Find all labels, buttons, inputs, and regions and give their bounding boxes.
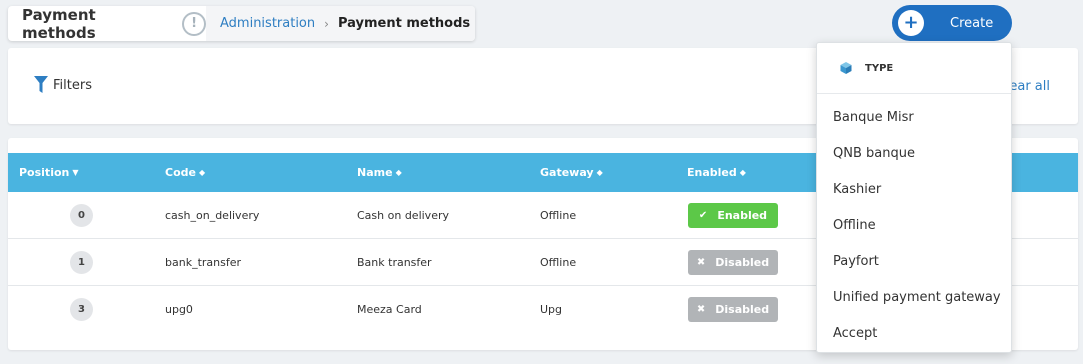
status-badge[interactable]: ✖ Disabled	[688, 250, 778, 275]
breadcrumb-current: Payment methods	[337, 16, 471, 31]
dropdown-heading-label: TYPE	[865, 62, 894, 74]
breadcrumb-administration-link[interactable]: Administration	[220, 16, 315, 31]
gateway-cell: Upg	[540, 303, 563, 316]
name-cell: Cash on delivery	[357, 209, 449, 222]
sort-icon: ◆	[739, 167, 746, 177]
menu-item-payfort[interactable]: Payfort	[833, 254, 879, 269]
page-header: Payment methods ! Administration › Payme…	[8, 6, 475, 41]
menu-item-qnb-banque[interactable]: QNB banque	[833, 146, 915, 161]
menu-item-offline[interactable]: Offline	[833, 218, 876, 233]
create-button-label: Create	[950, 15, 994, 31]
page-title: Payment methods	[22, 6, 96, 41]
sort-icon: ◆	[395, 167, 402, 177]
status-badge[interactable]: ✖ Disabled	[688, 297, 778, 322]
code-cell: upg0	[165, 303, 193, 316]
menu-item-accept[interactable]: Accept	[833, 326, 877, 341]
dropdown-heading: TYPE	[817, 43, 1011, 94]
position-badge: 1	[70, 251, 93, 274]
filters-label: Filters	[53, 77, 92, 93]
funnel-icon	[34, 76, 48, 93]
plus-icon: +	[898, 10, 924, 36]
caret-down-icon: ▼	[72, 167, 79, 177]
info-icon[interactable]: !	[182, 11, 206, 36]
name-cell: Meeza Card	[357, 303, 422, 316]
breadcrumb: Administration › Payment methods	[206, 6, 475, 41]
sort-icon: ◆	[198, 167, 206, 177]
gateway-cell: Offline	[540, 256, 577, 269]
position-badge: 0	[70, 204, 93, 227]
column-header-name[interactable]: Name ◆	[357, 166, 402, 179]
code-cell: bank_transfer	[165, 256, 242, 269]
menu-item-banque-misr[interactable]: Banque Misr	[833, 110, 914, 125]
cube-icon	[840, 62, 852, 74]
menu-item-kashier[interactable]: Kashier	[833, 182, 881, 197]
x-icon: ✖	[696, 257, 706, 268]
status-badge[interactable]: ✔ Enabled	[688, 203, 778, 228]
gateway-cell: Offline	[540, 209, 577, 222]
position-badge: 3	[70, 298, 93, 321]
column-header-gateway[interactable]: Gateway ◆	[540, 166, 603, 179]
column-header-enabled[interactable]: Enabled ◆	[687, 166, 746, 179]
filters-toggle[interactable]: Filters	[34, 76, 92, 94]
sort-icon: ◆	[596, 167, 603, 177]
code-cell: cash_on_delivery	[165, 209, 260, 222]
menu-item-unified-payment-gateway[interactable]: Unified payment gateway	[833, 290, 1001, 305]
clear-all-link[interactable]: lear all	[1006, 79, 1050, 94]
breadcrumb-separator-icon: ›	[324, 16, 329, 31]
column-header-position[interactable]: Position ▼	[19, 166, 79, 179]
column-header-code[interactable]: Code ◆	[165, 166, 205, 179]
x-icon: ✖	[696, 304, 706, 315]
create-type-dropdown: TYPE Banque Misr QNB banque Kashier Offl…	[816, 42, 1012, 353]
check-icon: ✔	[698, 210, 708, 221]
name-cell: Bank transfer	[357, 256, 432, 269]
page-title-area: Payment methods !	[8, 6, 206, 41]
create-button[interactable]: + Create	[892, 5, 1012, 41]
